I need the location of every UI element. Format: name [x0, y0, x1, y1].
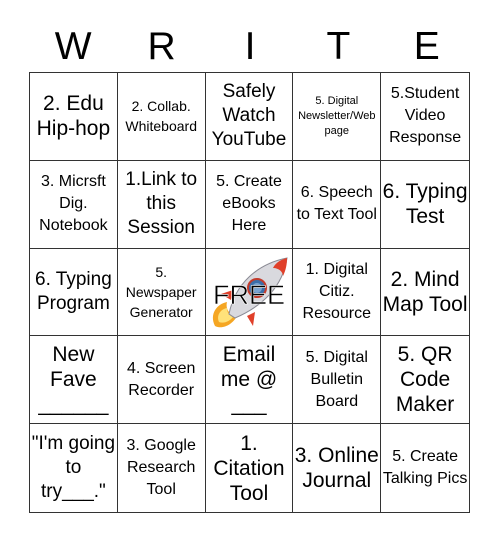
free-label: FREE	[213, 280, 285, 310]
header-letter-e: E	[413, 25, 440, 68]
cell-label: 5.Student Video Response	[389, 85, 462, 147]
cell-label: 2. Mind Map Tool	[382, 267, 468, 316]
cell-label: 5. Newspaper Generator	[125, 263, 197, 320]
bingo-cell[interactable]: 1. Citation Tool	[206, 424, 294, 512]
cell-label: 6. Typing Program	[35, 268, 112, 314]
bingo-cell[interactable]: 5. Digital Newsletter/Web page	[293, 73, 382, 161]
bingo-header: W R I T E	[29, 22, 471, 72]
bingo-cell[interactable]: 1.Link to this Session	[117, 160, 206, 249]
header-letter-r: R	[147, 25, 176, 68]
cell-label: Safely Watch YouTube	[211, 81, 287, 151]
cell-label: 6. Speech to Text Tool	[296, 184, 377, 224]
bingo-cell[interactable]: 5. Newspaper Generator	[117, 248, 206, 337]
cell-label: 2. Edu Hip-hop	[36, 92, 111, 141]
bingo-cell[interactable]: 6. Typing Program	[30, 248, 118, 337]
cell-label: 3. Google Research Tool	[126, 437, 196, 499]
bingo-board: 2. Edu Hip-hop 2. Collab. Whiteboard Safel…	[29, 72, 470, 513]
cell-label: 3. Micrsft Dig. Notebook	[39, 173, 108, 235]
cell-label: 5. Create eBooks Here	[216, 173, 282, 235]
bingo-cell[interactable]: 5. Digital Bulletin Board	[293, 336, 382, 425]
bingo-cell[interactable]: 1. Digital Citiz. Resource	[293, 248, 382, 337]
bingo-cell[interactable]: 5.Student Video Response	[381, 73, 469, 161]
cell-label: 1.Link to this Session	[125, 169, 198, 239]
bingo-cell[interactable]: 3. Micrsft Dig. Notebook	[30, 160, 118, 249]
rocket-free-icon: FREE	[213, 257, 288, 328]
cell-label: 3. Online Journal	[294, 444, 379, 493]
cell-label: 1. Digital Citiz. Resource	[302, 260, 372, 322]
bingo-cell[interactable]: New Fave ______	[30, 336, 118, 425]
cell-label: Email me @ ___	[220, 343, 278, 417]
bingo-cell[interactable]: 6. Typing Test	[381, 161, 469, 249]
bingo-cell[interactable]: 2. Mind Map Tool	[381, 249, 469, 337]
cell-label: 5. Create Talking Pics	[382, 448, 468, 488]
bingo-cell[interactable]: 4. Screen Recorder	[117, 336, 206, 425]
bingo-cell[interactable]: 5. QR Code Maker	[381, 336, 469, 425]
header-letter-i: I	[244, 25, 256, 68]
cell-label: 5. Digital Newsletter/Web page	[298, 94, 376, 137]
cell-label: 6. Typing Test	[382, 180, 468, 229]
bingo-cell[interactable]: 5. Create eBooks Here	[205, 160, 294, 249]
bingo-cell[interactable]: 6. Speech to Text Tool	[293, 160, 382, 249]
bingo-cell[interactable]: 3. Google Research Tool	[118, 424, 206, 512]
bingo-cell[interactable]: 2. Edu Hip-hop	[30, 73, 118, 161]
bingo-cell[interactable]: 5. Create Talking Pics	[381, 424, 469, 512]
bingo-cell[interactable]: 2. Collab. Whiteboard	[117, 73, 206, 161]
cell-label: 5. Digital Bulletin Board	[305, 348, 368, 410]
cell-label: 1. Citation Tool	[213, 431, 285, 505]
bingo-cell[interactable]: 3. Online Journal	[293, 424, 382, 512]
bingo-cell[interactable]: "I'm going to try___."	[30, 424, 118, 512]
cell-label: 4. Screen Recorder	[126, 359, 196, 399]
bingo-cell[interactable]: Safely Watch YouTube	[205, 73, 294, 161]
cell-label: 5. QR Code Maker	[395, 343, 455, 417]
header-letter-w: W	[54, 25, 92, 68]
cell-label: "I'm going to try___."	[31, 433, 116, 503]
cell-label: 2. Collab. Whiteboard	[125, 98, 197, 135]
bingo-cell[interactable]: Email me @ ___	[205, 336, 294, 425]
free-space-cell[interactable]: FREE	[205, 248, 294, 337]
header-letter-t: T	[326, 25, 351, 68]
cell-label: New Fave ______	[38, 343, 109, 417]
